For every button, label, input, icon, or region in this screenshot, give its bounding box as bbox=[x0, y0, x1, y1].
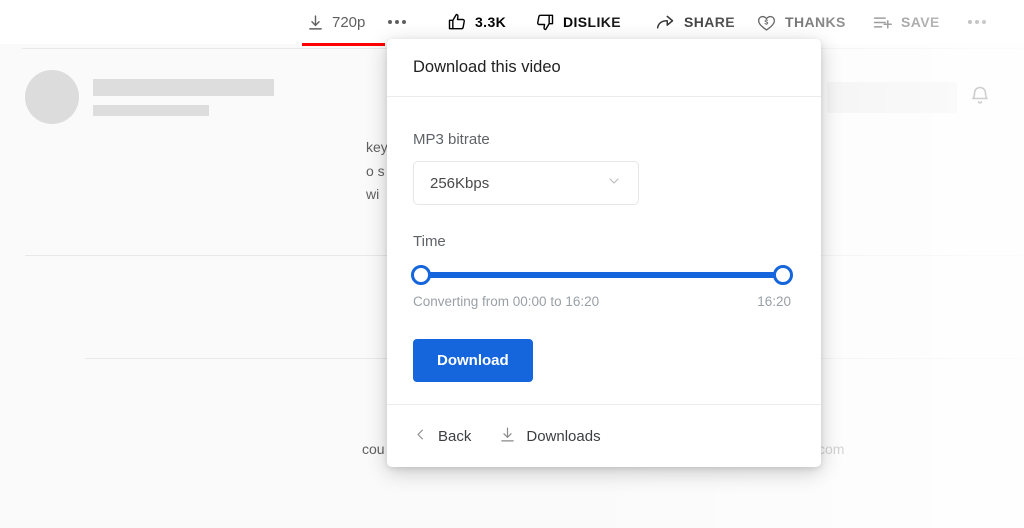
converting-status: Converting from 00:00 to 16:20 bbox=[413, 294, 600, 309]
download-icon bbox=[307, 14, 324, 31]
thanks-label: THANKS bbox=[785, 14, 846, 30]
bitrate-value: 256Kbps bbox=[430, 174, 490, 192]
heart-dollar-icon: $ bbox=[756, 12, 777, 33]
like-count: 3.3K bbox=[475, 14, 507, 30]
save-label: SAVE bbox=[901, 14, 940, 30]
background-partial-text-3: wi bbox=[366, 186, 380, 202]
slider-handle-start[interactable] bbox=[411, 265, 431, 285]
subtitle-placeholder bbox=[93, 105, 209, 116]
download-button[interactable]: Download bbox=[413, 339, 533, 382]
download-icon bbox=[499, 426, 516, 447]
download-quality-button[interactable]: 720p bbox=[307, 14, 365, 31]
video-action-bar: 720p 3.3K DISLIKE SHARE $ THANKS SAVE bbox=[0, 0, 1024, 44]
dialog-header: Download this video bbox=[387, 39, 821, 97]
background-partial-text-2: o s bbox=[366, 163, 385, 179]
share-label: SHARE bbox=[684, 14, 736, 30]
video-progress-bar bbox=[302, 43, 385, 46]
downloads-label: Downloads bbox=[526, 427, 601, 445]
chevron-left-icon bbox=[413, 427, 428, 446]
page-root: 720p 3.3K DISLIKE SHARE $ THANKS SAVE ke… bbox=[0, 0, 1024, 528]
slider-handle-end[interactable] bbox=[773, 265, 793, 285]
share-button[interactable]: SHARE bbox=[655, 12, 735, 33]
bitrate-select[interactable]: 256Kbps bbox=[413, 161, 639, 205]
time-label: Time bbox=[413, 233, 446, 250]
playlist-add-icon bbox=[872, 12, 893, 33]
background-partial-text-left: cou bbox=[362, 441, 385, 457]
like-button[interactable]: 3.3K bbox=[447, 12, 506, 32]
thumbs-up-icon bbox=[447, 12, 467, 32]
more-dots-icon[interactable] bbox=[388, 20, 406, 24]
title-placeholder bbox=[93, 79, 274, 96]
avatar-placeholder bbox=[25, 70, 79, 124]
dialog-footer: Back Downloads bbox=[387, 404, 821, 467]
downloads-button[interactable]: Downloads bbox=[499, 426, 601, 447]
share-arrow-icon bbox=[655, 12, 676, 33]
download-dialog: Download this video MP3 bitrate 256Kbps … bbox=[387, 39, 821, 467]
slider-track[interactable] bbox=[413, 272, 791, 278]
chevron-down-icon bbox=[606, 173, 622, 194]
back-button[interactable]: Back bbox=[413, 427, 471, 446]
overflow-menu-icon[interactable] bbox=[968, 20, 986, 24]
slider-meta: Converting from 00:00 to 16:20 16:20 bbox=[413, 294, 791, 309]
subscribe-placeholder[interactable] bbox=[827, 82, 957, 113]
save-button[interactable]: SAVE bbox=[872, 12, 940, 33]
bitrate-label: MP3 bitrate bbox=[413, 131, 490, 148]
back-label: Back bbox=[438, 427, 472, 445]
dislike-label: DISLIKE bbox=[563, 14, 622, 30]
background-partial-text-1: key bbox=[366, 139, 388, 155]
time-range-slider[interactable] bbox=[411, 265, 793, 285]
video-duration: 16:20 bbox=[757, 294, 791, 309]
thanks-button[interactable]: $ THANKS bbox=[756, 12, 846, 33]
dislike-button[interactable]: DISLIKE bbox=[535, 12, 621, 32]
background-partial-text-right: com bbox=[818, 441, 845, 457]
thumbs-down-icon bbox=[535, 12, 555, 32]
quality-label: 720p bbox=[332, 13, 366, 31]
dialog-title: Download this video bbox=[413, 58, 561, 76]
notification-bell-icon[interactable] bbox=[968, 84, 992, 113]
dialog-body: MP3 bitrate 256Kbps Time Converting from… bbox=[387, 97, 821, 382]
svg-text:$: $ bbox=[764, 19, 768, 26]
